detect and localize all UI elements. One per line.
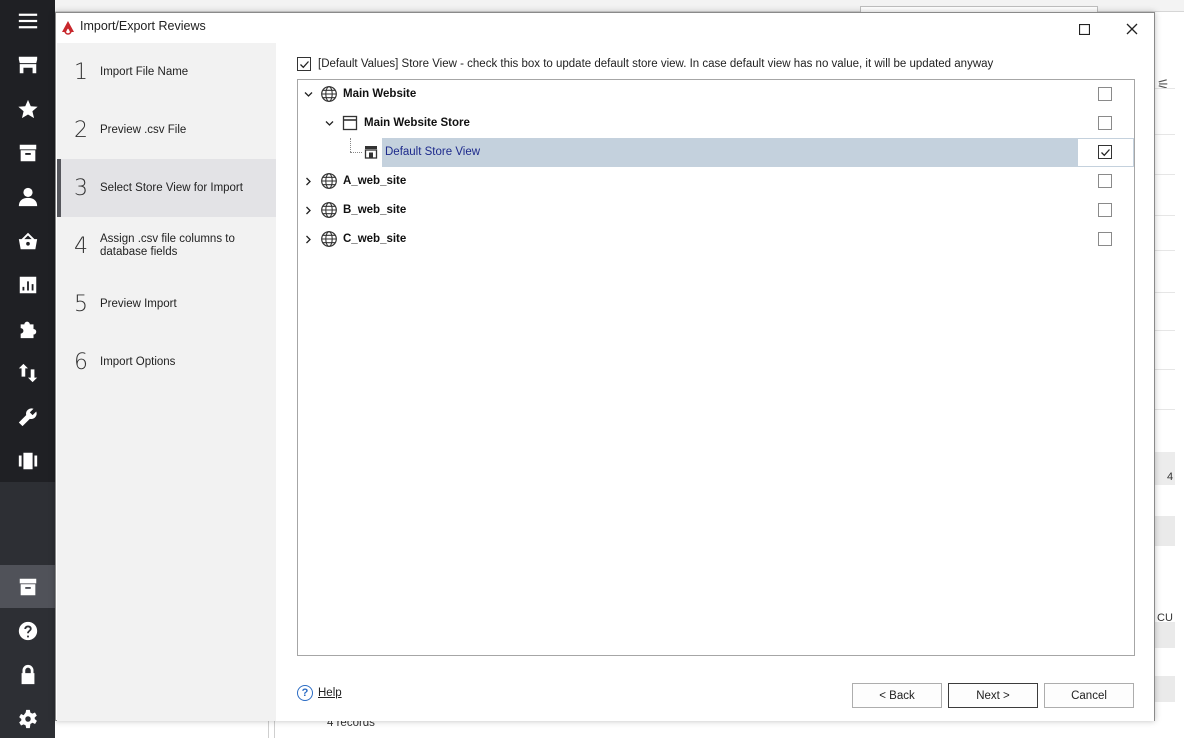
default-values-label: [Default Values] Store View - check this… (318, 58, 994, 70)
report-icon[interactable] (15, 272, 41, 298)
tree-node-checkbox[interactable] (1098, 232, 1112, 246)
tree-connector (350, 138, 351, 152)
wizard-step-3[interactable]: 3 Select Store View for Import (57, 159, 276, 217)
wizard-step-4[interactable]: 4 Assign .csv file columns to database f… (57, 217, 276, 275)
wrench-icon[interactable] (15, 404, 41, 430)
chevron-right-icon[interactable] (303, 205, 314, 216)
menu-icon[interactable] (15, 8, 41, 34)
wizard-step-5[interactable]: 5 Preview Import (57, 275, 276, 333)
wizard-steps-panel: 1 Import File Name 2 Preview .csv File 3… (57, 43, 276, 721)
checkmark-icon (1100, 148, 1110, 156)
dialog-titlebar: Import/Export Reviews (56, 13, 1154, 43)
archive-icon[interactable] (15, 140, 41, 166)
wizard-step-1[interactable]: 1 Import File Name (57, 43, 276, 101)
maximize-icon (1078, 23, 1090, 35)
wizard-step-6[interactable]: 6 Import Options (57, 333, 276, 391)
chevron-down-icon[interactable] (303, 89, 314, 100)
globe-icon (321, 231, 337, 247)
default-values-checkbox[interactable] (297, 57, 311, 71)
step-label: Select Store View for Import (100, 181, 243, 194)
gear-icon[interactable] (15, 706, 41, 732)
tree-node-main-website-store[interactable]: Main Website Store (298, 109, 1134, 138)
lock-icon[interactable] (15, 662, 41, 688)
tree-node-b-web-site[interactable]: B_web_site (298, 196, 1134, 225)
star-icon[interactable] (15, 96, 41, 122)
step-number: 6 (74, 349, 88, 375)
step-number: 5 (74, 291, 88, 317)
default-values-option[interactable]: [Default Values] Store View - check this… (297, 57, 993, 71)
step-number: 4 (74, 233, 88, 259)
dialog-title: Import/Export Reviews (80, 19, 206, 33)
cancel-button[interactable]: Cancel (1044, 683, 1134, 708)
step-label: Preview Import (100, 297, 177, 310)
tree-node-label: A_web_site (343, 175, 407, 187)
tree-node-checkbox[interactable] (1098, 174, 1112, 188)
help-label: Help (318, 687, 342, 699)
tree-node-main-website[interactable]: Main Website (298, 80, 1134, 109)
help-link[interactable]: ? Help (297, 685, 342, 701)
tree-node-c-web-site[interactable]: C_web_site (298, 225, 1134, 254)
store-view-tree: Main Website Main Website Store Default … (297, 79, 1135, 656)
filter-icon: ⚟ (1157, 76, 1170, 92)
chevron-right-icon[interactable] (303, 176, 314, 187)
background-grid: ⚟ 4 CU (1154, 12, 1184, 738)
help-circle-icon: ? (297, 685, 313, 701)
help-icon[interactable] (15, 618, 41, 644)
chevron-down-icon[interactable] (324, 118, 335, 129)
carousel-icon[interactable] (15, 448, 41, 474)
basket-icon[interactable] (15, 228, 41, 254)
tree-node-default-store-view[interactable]: Default Store View (298, 138, 1134, 167)
tree-node-label: B_web_site (343, 204, 407, 216)
store-window-icon (342, 115, 358, 131)
selection-highlight (382, 138, 1077, 167)
close-icon (1126, 23, 1138, 35)
step-number: 1 (74, 59, 88, 85)
background-divider (268, 720, 269, 738)
background-status-bar (55, 720, 1155, 738)
tree-node-checkbox[interactable] (1098, 145, 1112, 159)
tree-node-checkbox[interactable] (1098, 87, 1112, 101)
back-button[interactable]: < Back (852, 683, 942, 708)
step-number: 2 (74, 117, 88, 143)
sidebar-lower-section (0, 482, 55, 738)
import-export-dialog: Import/Export Reviews 1 Import File Name… (55, 12, 1155, 721)
maximize-button[interactable] (1066, 17, 1102, 41)
tree-node-label: Default Store View (385, 146, 481, 158)
tree-node-label: C_web_site (343, 233, 407, 245)
checkmark-icon (299, 60, 309, 68)
background-divider (274, 720, 275, 738)
globe-icon (321, 86, 337, 102)
chevron-right-icon[interactable] (303, 234, 314, 245)
puzzle-icon[interactable] (15, 316, 41, 342)
step-number: 3 (74, 175, 88, 201)
tree-node-a-web-site[interactable]: A_web_site (298, 167, 1134, 196)
step-label: Import File Name (100, 65, 189, 78)
tree-node-checkbox[interactable] (1098, 203, 1112, 217)
tree-node-checkbox[interactable] (1098, 116, 1112, 130)
wizard-content: [Default Values] Store View - check this… (276, 43, 1154, 721)
wizard-step-2[interactable]: 2 Preview .csv File (57, 101, 276, 159)
close-button[interactable] (1114, 17, 1150, 41)
next-button[interactable]: Next > (948, 683, 1038, 708)
store-box-icon[interactable] (15, 574, 41, 600)
globe-icon (321, 173, 337, 189)
store-view-icon (364, 146, 378, 159)
step-label: Assign .csv file columns to database fie… (100, 233, 235, 258)
tree-node-label: Main Website (343, 88, 417, 100)
tree-node-label: Main Website Store (364, 117, 470, 129)
background-cell-value: 4 (1167, 471, 1174, 483)
transfer-icon[interactable] (15, 360, 41, 386)
step-label: Import Options (100, 355, 176, 368)
tree-connector (350, 152, 362, 153)
store-icon[interactable] (15, 52, 41, 78)
globe-icon (321, 202, 337, 218)
user-icon[interactable] (15, 184, 41, 210)
app-sidebar (0, 0, 55, 738)
step-label: Preview .csv File (100, 123, 187, 136)
app-logo-icon (62, 21, 74, 35)
